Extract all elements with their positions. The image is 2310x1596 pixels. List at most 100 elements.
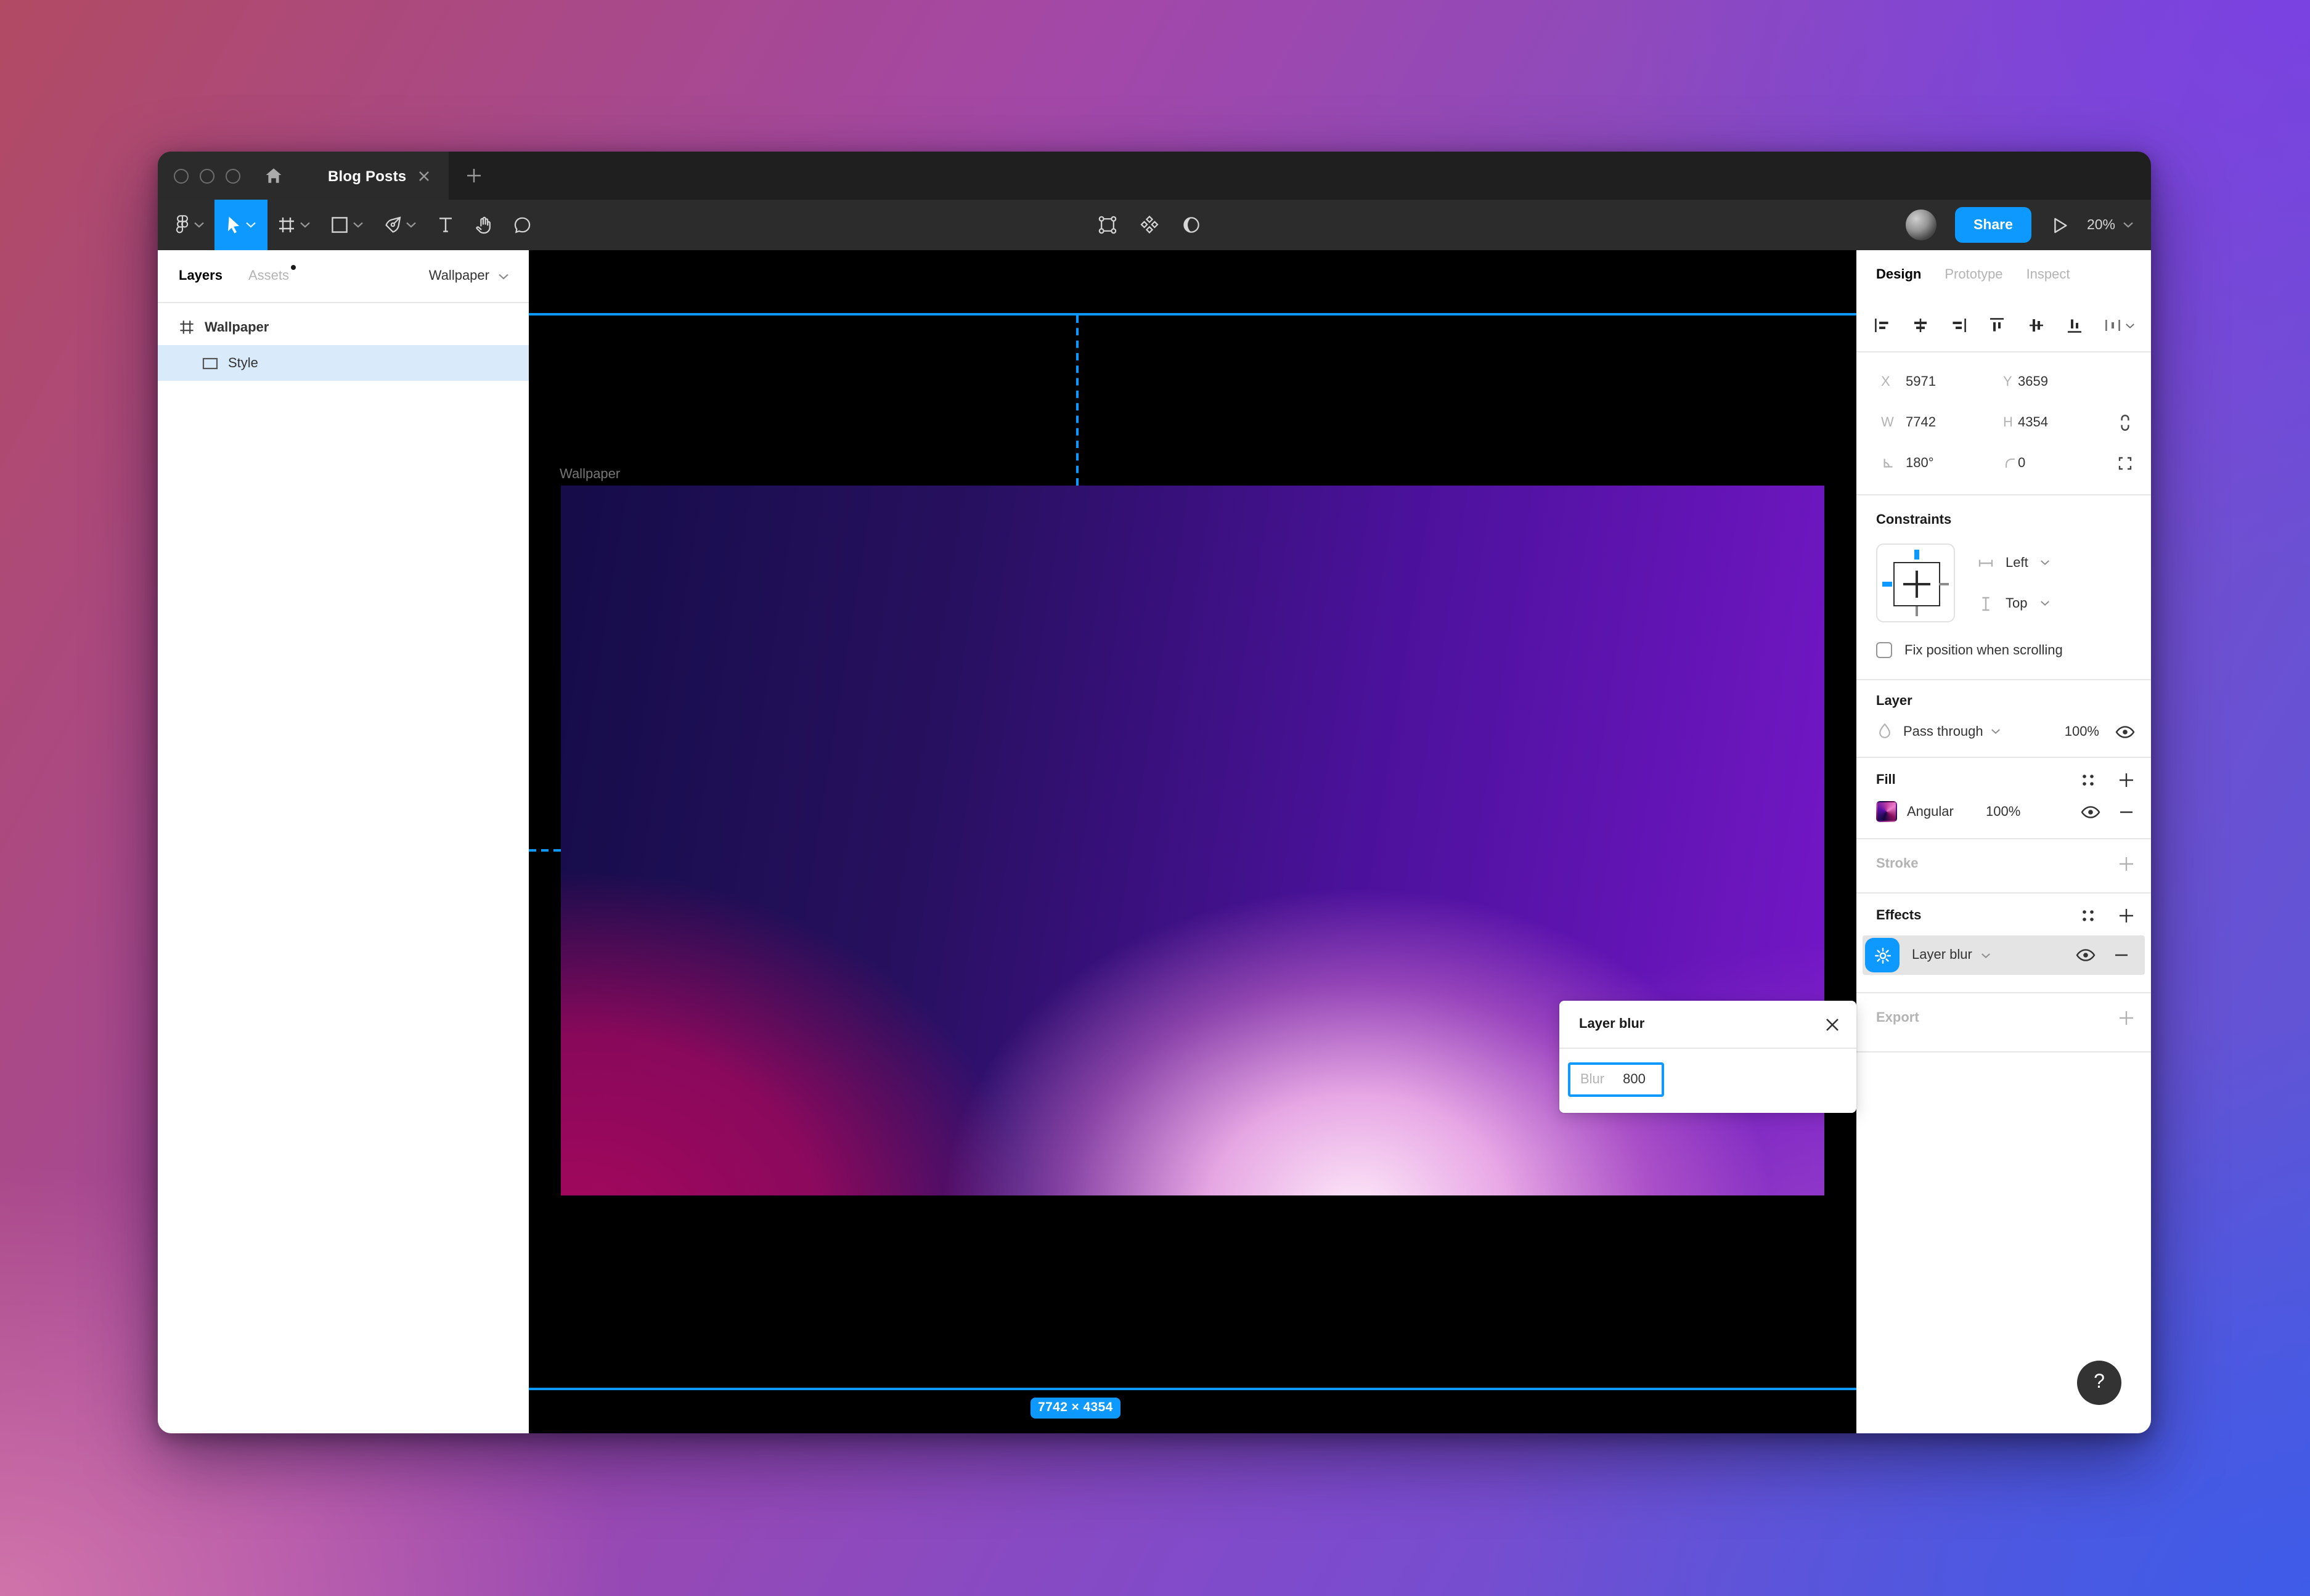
toolbar-center bbox=[1097, 200, 1202, 250]
mask-icon[interactable] bbox=[1181, 214, 1202, 235]
remove-effect-icon[interactable] bbox=[2113, 947, 2130, 964]
shape-tool-button[interactable] bbox=[320, 200, 373, 250]
present-icon[interactable] bbox=[2050, 215, 2068, 235]
tab-prototype[interactable]: Prototype bbox=[1945, 267, 2002, 282]
add-export-icon[interactable] bbox=[2118, 1009, 2135, 1027]
tab-layers[interactable]: Layers bbox=[179, 269, 222, 283]
effects-section: Effects bbox=[1856, 894, 2151, 993]
avatar[interactable] bbox=[1906, 210, 1937, 240]
constraint-left-active[interactable] bbox=[1882, 582, 1892, 587]
frame-tool-button[interactable] bbox=[267, 200, 320, 250]
effect-type[interactable]: Layer blur bbox=[1912, 948, 1972, 963]
layer-row-style[interactable]: Style bbox=[158, 345, 529, 381]
constraint-bottom[interactable] bbox=[1916, 606, 1917, 616]
xy-row: X 5971 Y 3659 bbox=[1881, 361, 2135, 402]
fill-row[interactable]: Angular 100% bbox=[1876, 801, 2135, 822]
share-button[interactable]: Share bbox=[1955, 207, 2031, 243]
fill-styles-icon[interactable] bbox=[2081, 773, 2096, 788]
layer-row-wallpaper[interactable]: Wallpaper bbox=[158, 309, 529, 345]
canvas[interactable]: Wallpaper 7742 × 4354 bbox=[529, 250, 1856, 1433]
pen-tool-icon bbox=[383, 216, 402, 234]
y-value[interactable]: 3659 bbox=[2018, 374, 2114, 389]
add-effect-icon[interactable] bbox=[2118, 907, 2135, 924]
traffic-light-zoom[interactable] bbox=[226, 168, 240, 183]
constrain-proportions-icon[interactable] bbox=[2114, 412, 2135, 432]
home-icon[interactable] bbox=[264, 166, 284, 185]
w-value[interactable]: 7742 bbox=[1906, 415, 2003, 430]
h-value[interactable]: 4354 bbox=[2018, 415, 2114, 430]
blend-mode-icon bbox=[1876, 722, 1893, 741]
zoom-menu[interactable]: 20% bbox=[2087, 218, 2134, 232]
frame-title-label[interactable]: Wallpaper bbox=[560, 467, 620, 482]
rotation-icon bbox=[1881, 455, 1906, 471]
create-component-icon[interactable] bbox=[1139, 214, 1160, 235]
traffic-light-close[interactable] bbox=[174, 168, 189, 183]
independent-corners-icon[interactable] bbox=[2114, 454, 2135, 471]
horizontal-constraint-dropdown[interactable]: Left bbox=[1977, 554, 2051, 571]
align-horizontal-center-icon[interactable] bbox=[1911, 316, 1930, 335]
vertical-constraint-dropdown[interactable]: Top bbox=[1977, 595, 2051, 612]
text-tool-button[interactable] bbox=[426, 200, 465, 250]
blur-amount-input[interactable]: Blur 800 bbox=[1568, 1062, 1664, 1097]
edit-object-icon[interactable] bbox=[1097, 214, 1118, 235]
fix-position-checkbox[interactable] bbox=[1876, 642, 1892, 658]
zoom-level: 20% bbox=[2087, 218, 2115, 232]
chevron-down-icon bbox=[1991, 728, 2001, 735]
assets-notification-dot bbox=[290, 265, 295, 270]
chevron-down-icon bbox=[2041, 560, 2051, 566]
pen-tool-button[interactable] bbox=[373, 200, 426, 250]
fill-title: Fill bbox=[1876, 773, 1896, 788]
tab-close-icon[interactable] bbox=[417, 169, 430, 182]
remove-fill-icon[interactable] bbox=[2118, 803, 2135, 820]
rotation-value[interactable]: 180° bbox=[1906, 455, 2003, 470]
distribute-menu[interactable] bbox=[2103, 316, 2135, 335]
main-menu-button[interactable] bbox=[165, 200, 214, 250]
effects-styles-icon[interactable] bbox=[2081, 908, 2096, 923]
toolbar-right: Share 20% bbox=[1202, 200, 2151, 250]
add-fill-icon[interactable] bbox=[2118, 772, 2135, 789]
hand-tool-button[interactable] bbox=[465, 200, 503, 250]
x-value[interactable]: 5971 bbox=[1906, 374, 2003, 389]
align-left-icon[interactable] bbox=[1872, 316, 1892, 335]
layer-opacity-value[interactable]: 100% bbox=[2065, 724, 2099, 739]
tab-assets[interactable]: Assets bbox=[248, 269, 289, 283]
stroke-title: Stroke bbox=[1876, 857, 1919, 871]
new-tab-button[interactable] bbox=[465, 168, 481, 184]
comment-tool-button[interactable] bbox=[503, 200, 541, 250]
align-right-icon[interactable] bbox=[1949, 316, 1969, 335]
figma-window: Blog Posts bbox=[158, 152, 2151, 1433]
corner-radius-value[interactable]: 0 bbox=[2018, 455, 2114, 470]
help-button[interactable]: ? bbox=[2077, 1361, 2121, 1405]
align-vertical-center-icon[interactable] bbox=[2026, 316, 2046, 335]
move-tool-button[interactable] bbox=[214, 200, 267, 250]
fix-position-option[interactable]: Fix position when scrolling bbox=[1876, 642, 2135, 658]
selection-bottom-edge bbox=[529, 1388, 1856, 1390]
blend-mode-value[interactable]: Pass through bbox=[1903, 724, 1983, 739]
tab-blog-posts[interactable]: Blog Posts bbox=[308, 152, 448, 200]
traffic-light-minimize[interactable] bbox=[200, 168, 214, 183]
tab-design[interactable]: Design bbox=[1876, 267, 1921, 282]
page-selector[interactable]: Wallpaper bbox=[429, 269, 509, 283]
tab-inspect[interactable]: Inspect bbox=[2026, 267, 2070, 282]
popup-close-icon[interactable] bbox=[1826, 1017, 1839, 1031]
horizontal-constraint-icon bbox=[1977, 554, 1994, 571]
gradient-swatch[interactable] bbox=[1876, 801, 1897, 822]
add-stroke-icon[interactable] bbox=[2118, 855, 2135, 873]
effect-visibility-icon[interactable] bbox=[2076, 948, 2096, 963]
constraint-top-active[interactable] bbox=[1914, 550, 1919, 560]
fill-type[interactable]: Angular bbox=[1907, 804, 1986, 819]
layer-name: Wallpaper bbox=[205, 320, 269, 335]
blur-input-label: Blur bbox=[1580, 1072, 1604, 1087]
constraint-right[interactable] bbox=[1939, 583, 1949, 585]
align-bottom-icon[interactable] bbox=[2065, 316, 2084, 335]
effect-row-layer-blur[interactable]: Layer blur bbox=[1863, 935, 2145, 975]
fill-visibility-icon[interactable] bbox=[2081, 804, 2100, 819]
blur-settings-button[interactable] bbox=[1865, 938, 1900, 972]
position-section: X 5971 Y 3659 W 7742 H 4354 bbox=[1856, 352, 2151, 495]
align-top-icon[interactable] bbox=[1988, 316, 2007, 335]
vertical-constraint-icon bbox=[1977, 595, 1994, 612]
fill-opacity-value[interactable]: 100% bbox=[1986, 804, 2020, 819]
layer-visibility-icon[interactable] bbox=[2115, 724, 2135, 739]
constraints-widget[interactable] bbox=[1876, 544, 1955, 622]
export-section: Export bbox=[1856, 993, 2151, 1052]
